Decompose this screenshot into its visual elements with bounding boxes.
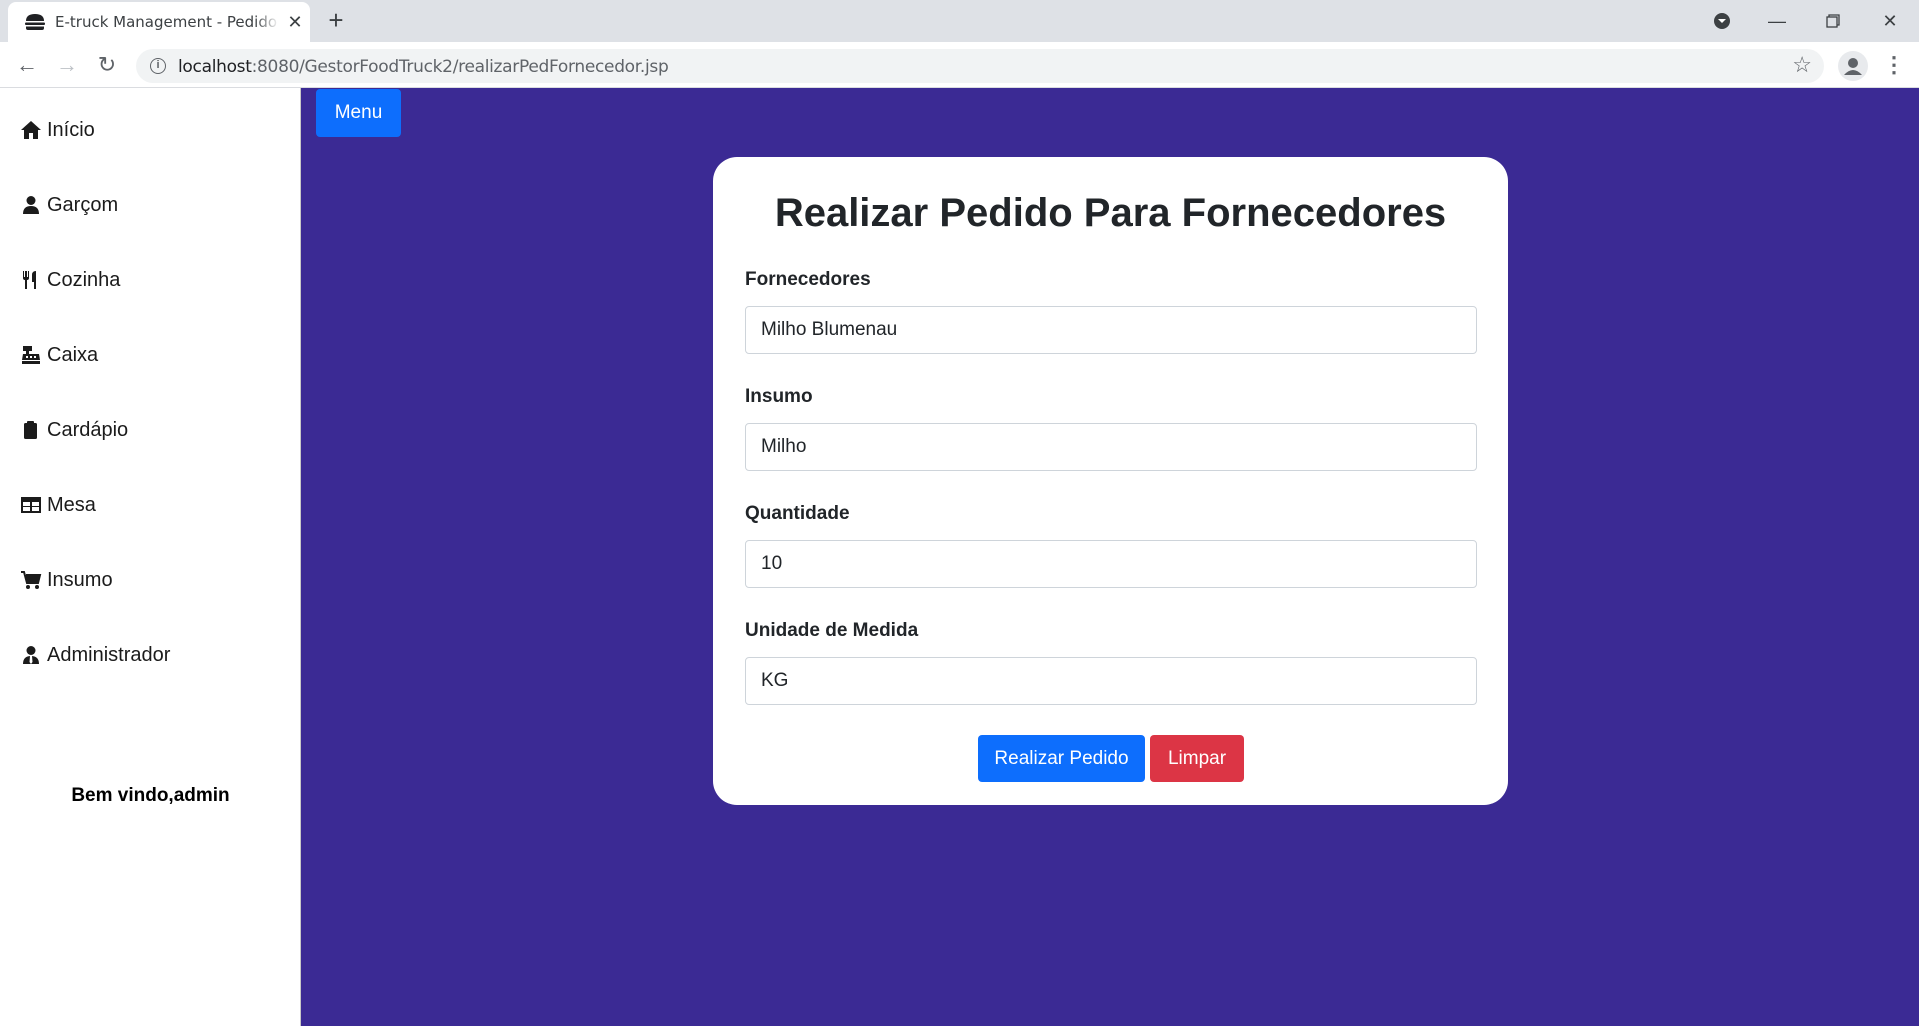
- submit-order-button[interactable]: Realizar Pedido: [978, 735, 1145, 782]
- cash-register-icon: [22, 346, 40, 364]
- main-content: Menu Realizar Pedido Para Fornecedores F…: [301, 88, 1919, 1026]
- browser-tab[interactable]: E-truck Management - Pedido Para Fornece…: [8, 2, 310, 42]
- sidebar: Início Garçom Cozinha Caixa Cardápio Mes…: [0, 88, 301, 1026]
- sidebar-item-label: Caixa: [47, 343, 99, 366]
- sidebar-item-label: Cardápio: [47, 418, 129, 441]
- reload-icon[interactable]: ↻: [91, 49, 123, 81]
- clipboard-icon: [24, 421, 37, 439]
- unidade-medida-select[interactable]: KG: [745, 657, 1477, 705]
- sidebar-item-caixa[interactable]: Caixa: [20, 340, 98, 370]
- minimize-icon[interactable]: —: [1762, 6, 1792, 36]
- welcome-text: Bem vindo,admin: [71, 785, 230, 806]
- sidebar-item-cozinha[interactable]: Cozinha: [20, 265, 120, 295]
- sidebar-item-administrador[interactable]: Administrador: [20, 640, 170, 670]
- restore-icon[interactable]: [1818, 6, 1848, 36]
- utensils-icon: [23, 271, 36, 289]
- tab-search-icon[interactable]: [1707, 6, 1737, 36]
- fornecedores-select[interactable]: Milho Blumenau: [745, 306, 1477, 354]
- clear-button[interactable]: Limpar: [1150, 735, 1244, 782]
- sidebar-item-inicio[interactable]: Início: [20, 115, 95, 145]
- url-path: :8080/GestorFoodTruck2/realizarPedFornec…: [251, 57, 669, 77]
- table-icon: [21, 497, 41, 513]
- fornecedores-label: Fornecedores: [745, 269, 871, 290]
- order-form-card: Realizar Pedido Para Fornecedores Fornec…: [713, 157, 1508, 805]
- sidebar-item-label: Garçom: [47, 193, 119, 216]
- site-info-icon[interactable]: i: [150, 58, 166, 74]
- tab-close-icon[interactable]: ✕: [285, 12, 305, 32]
- sidebar-item-label: Cozinha: [47, 268, 121, 291]
- quantidade-label: Quantidade: [745, 503, 850, 524]
- sidebar-item-label: Mesa: [47, 493, 96, 516]
- sidebar-item-label: Insumo: [47, 568, 113, 591]
- cart-icon: [21, 571, 42, 589]
- sidebar-item-garcom[interactable]: Garçom: [20, 190, 118, 220]
- back-arrow-icon[interactable]: ←: [11, 49, 43, 81]
- home-icon: [21, 121, 41, 139]
- browser-tabstrip: E-truck Management - Pedido Para Fornece…: [0, 0, 1919, 42]
- browser-toolbar: ← → ↻ i localhost:8080/GestorFoodTruck2/…: [0, 42, 1919, 88]
- tab-title: E-truck Management - Pedido Para Fornece…: [55, 13, 279, 33]
- forward-arrow-icon[interactable]: →: [51, 49, 83, 81]
- menu-button[interactable]: Menu: [316, 89, 401, 137]
- user-tie-icon: [23, 646, 39, 664]
- unidade-medida-label: Unidade de Medida: [745, 620, 919, 641]
- insumo-select[interactable]: Milho: [745, 423, 1477, 471]
- page-title: Realizar Pedido Para Fornecedores: [774, 191, 1447, 235]
- bookmark-star-icon[interactable]: ☆: [1792, 52, 1812, 78]
- sidebar-item-cardapio[interactable]: Cardápio: [20, 415, 128, 445]
- browser-menu-icon[interactable]: ⋮: [1882, 51, 1906, 81]
- sidebar-item-label: Administrador: [47, 643, 171, 666]
- page: Início Garçom Cozinha Caixa Cardápio Mes…: [0, 88, 1919, 1026]
- sidebar-item-label: Início: [47, 118, 95, 141]
- url-host: localhost: [178, 57, 252, 77]
- burger-favicon-icon: [25, 14, 45, 30]
- quantidade-input[interactable]: 10: [745, 540, 1477, 588]
- close-window-icon[interactable]: ✕: [1875, 6, 1905, 36]
- insumo-label: Insumo: [745, 386, 813, 407]
- user-icon: [23, 196, 39, 214]
- sidebar-item-insumo[interactable]: Insumo: [20, 565, 113, 595]
- new-tab-button[interactable]: +: [323, 7, 349, 34]
- profile-avatar-icon[interactable]: [1838, 51, 1868, 81]
- sidebar-item-mesa[interactable]: Mesa: [20, 490, 96, 520]
- address-bar[interactable]: i localhost:8080/GestorFoodTruck2/realiz…: [136, 49, 1824, 83]
- url-text[interactable]: localhost:8080/GestorFoodTruck2/realizar…: [178, 57, 669, 77]
